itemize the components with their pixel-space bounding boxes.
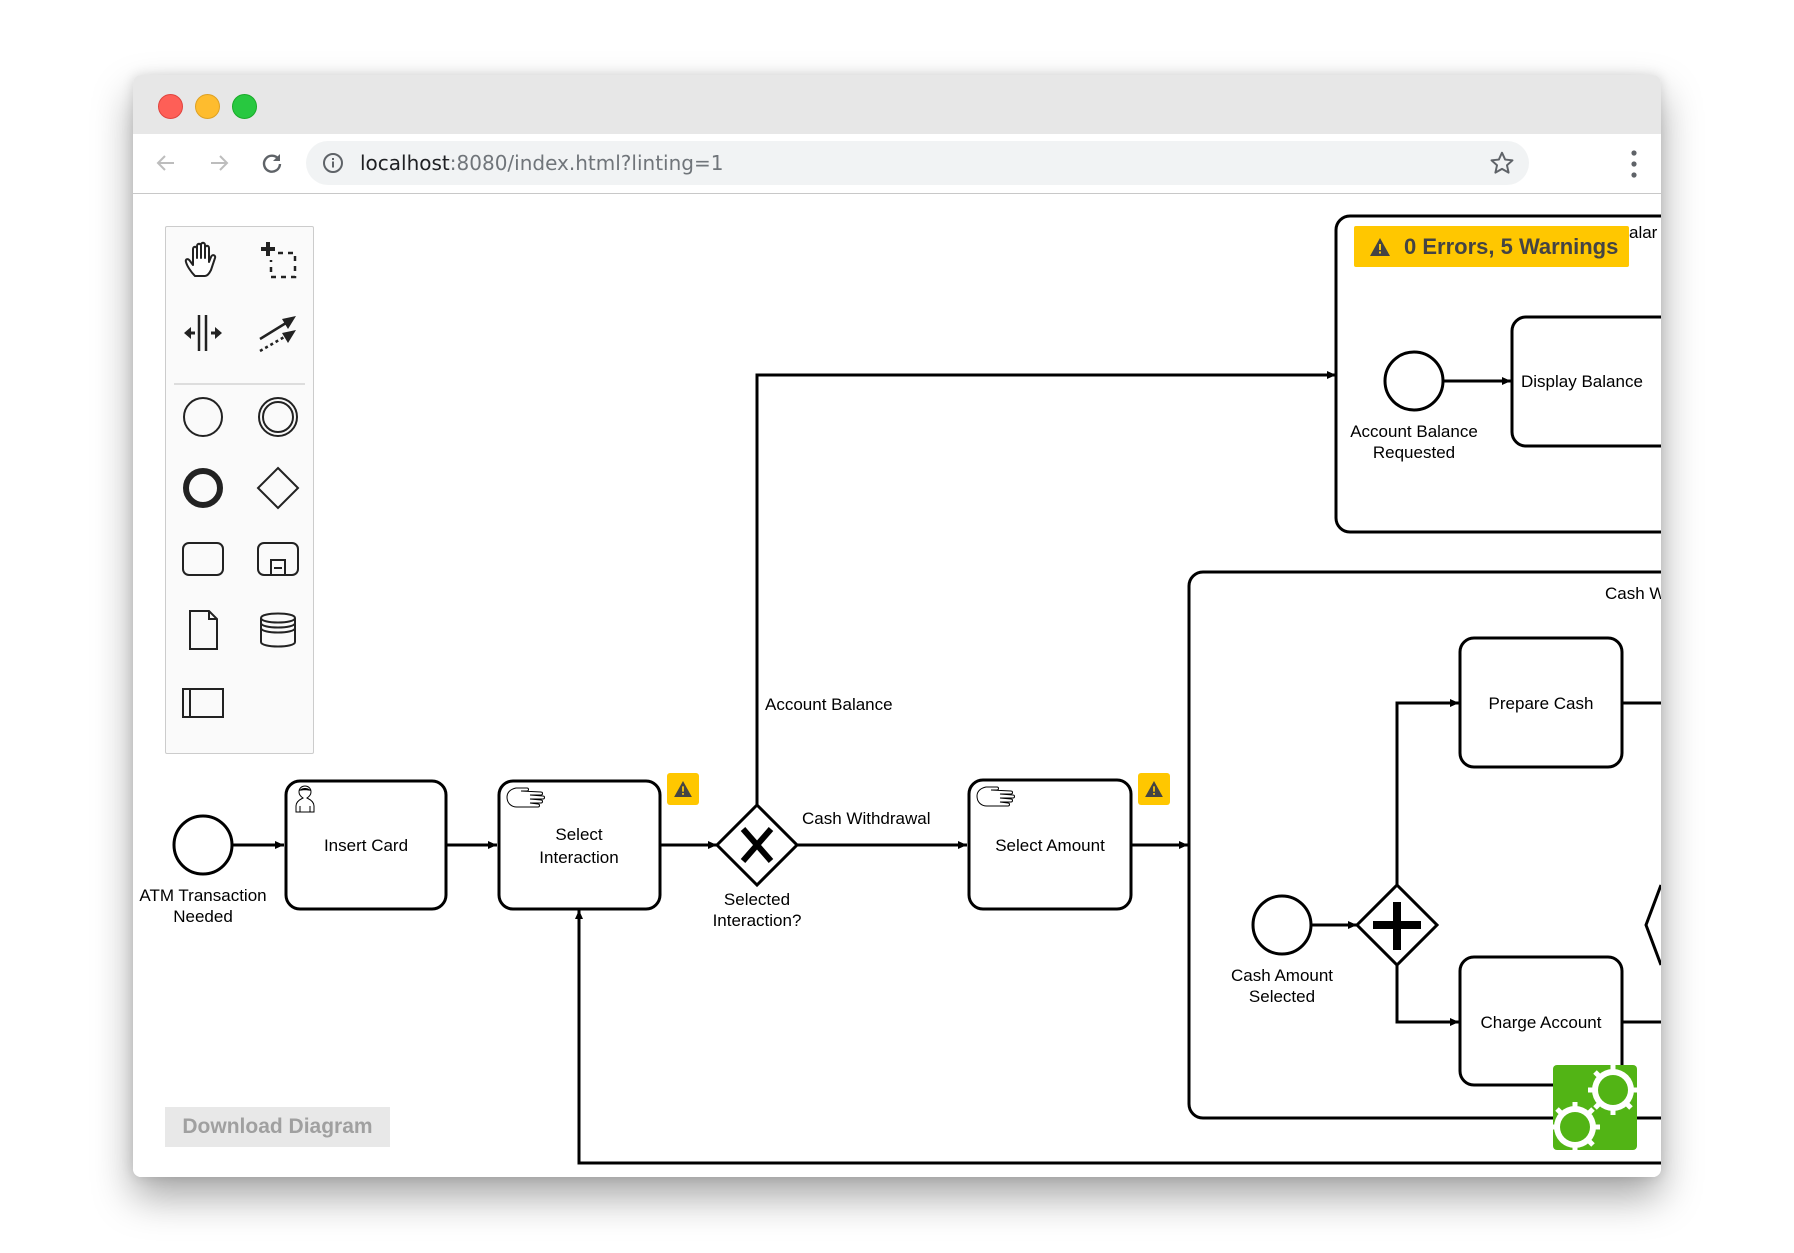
start-event-atm-transaction[interactable] — [172, 814, 234, 876]
bpmn-diagram: alar Cash W Account Balance Cash Withdra… — [139, 214, 1661, 1165]
reload-icon — [262, 154, 282, 173]
subprocess-icon — [257, 542, 299, 576]
start-event-icon — [183, 397, 223, 437]
task-select-interaction-label-line1: Select — [555, 825, 603, 844]
global-connect-tool[interactable] — [253, 308, 303, 358]
lasso-tool[interactable] — [253, 235, 303, 285]
url-host: localhost — [360, 151, 450, 175]
participant-icon — [182, 688, 224, 718]
task-prepare-cash-label: Prepare Cash — [1489, 694, 1594, 713]
url-text[interactable]: localhost:8080/index.html?linting=1 — [360, 151, 723, 175]
start-event-cash-amount-selected[interactable] — [1251, 894, 1313, 956]
create-gateway[interactable] — [253, 463, 303, 513]
data-object-icon — [189, 610, 218, 650]
warning-icon — [674, 781, 692, 797]
create-start-event[interactable] — [178, 392, 228, 442]
warning-badge-select-amount[interactable] — [1138, 773, 1170, 805]
cash-start-label-line1: Cash Amount — [1231, 966, 1333, 985]
warning-icon — [1145, 781, 1163, 797]
arrow-right-icon — [211, 155, 229, 171]
close-window-button[interactable] — [158, 94, 183, 119]
space-tool[interactable] — [178, 308, 228, 358]
start-event-atm-label-line1: ATM Transaction — [139, 886, 266, 905]
more-vertical-icon[interactable] — [1629, 149, 1639, 179]
space-tool-icon — [184, 315, 222, 351]
balance-start-label-line2: Requested — [1373, 443, 1455, 462]
lint-summary-badge[interactable]: 0 Errors, 5 Warnings — [1354, 226, 1629, 267]
start-event-account-balance-requested[interactable] — [1383, 350, 1445, 412]
diagram-canvas[interactable]: alar Cash W Account Balance Cash Withdra… — [133, 194, 1661, 1177]
task-display-balance-label: Display Balance — [1521, 372, 1643, 391]
create-task[interactable] — [178, 533, 228, 583]
hand-icon — [184, 241, 217, 277]
tool-palette — [165, 226, 314, 754]
download-diagram-button[interactable]: Download Diagram — [165, 1107, 390, 1147]
warning-badge-select-interaction[interactable] — [667, 773, 699, 805]
browser-window: localhost:8080/index.html?linting=1 alar… — [133, 75, 1661, 1177]
gears-logo-icon[interactable] — [1553, 1065, 1637, 1150]
star-icon[interactable] — [1489, 150, 1515, 176]
task-icon — [182, 542, 224, 576]
create-end-event[interactable] — [178, 463, 228, 513]
back-button[interactable] — [151, 148, 181, 178]
end-event-icon — [183, 468, 223, 508]
data-store-icon — [260, 612, 296, 648]
task-charge-account-label: Charge Account — [1481, 1013, 1602, 1032]
task-select-interaction-label-line2: Interaction — [539, 848, 618, 867]
arrow-left-icon — [156, 155, 174, 171]
url-path: :8080/index.html?linting=1 — [449, 151, 724, 175]
gateway-label-line1: Selected — [724, 890, 790, 909]
title-bar — [133, 75, 1661, 134]
cash-start-label-line2: Selected — [1249, 987, 1315, 1006]
info-icon[interactable] — [322, 152, 344, 174]
flow-label-cash-withdrawal: Cash Withdrawal — [802, 809, 931, 828]
palette-separator — [174, 383, 305, 385]
task-select-amount-label: Select Amount — [995, 836, 1105, 855]
intermediate-event-icon — [258, 397, 298, 437]
browser-toolbar: localhost:8080/index.html?linting=1 — [133, 134, 1661, 194]
minimize-window-button[interactable] — [195, 94, 220, 119]
start-event-atm-label-line2: Needed — [173, 907, 233, 926]
reload-button[interactable] — [257, 148, 287, 178]
gateway-label-line2: Interaction? — [713, 911, 802, 930]
address-bar[interactable]: localhost:8080/index.html?linting=1 — [306, 141, 1529, 185]
balance-start-label-line1: Account Balance — [1350, 422, 1478, 441]
task-insert-card-label: Insert Card — [324, 836, 408, 855]
subprocess-account-balance-label: alar — [1629, 223, 1658, 242]
create-data-object[interactable] — [178, 605, 228, 655]
create-participant[interactable] — [178, 677, 228, 727]
warning-icon — [1370, 237, 1390, 256]
forward-button[interactable] — [204, 148, 234, 178]
create-intermediate-event[interactable] — [253, 392, 303, 442]
connect-icon — [259, 316, 296, 353]
lasso-icon — [261, 242, 297, 279]
create-subprocess[interactable] — [253, 533, 303, 583]
maximize-window-button[interactable] — [232, 94, 257, 119]
subprocess-cash-withdrawal-label: Cash W — [1605, 584, 1661, 603]
gateway-icon — [256, 466, 300, 510]
lint-summary-text: 0 Errors, 5 Warnings — [1404, 233, 1619, 259]
flow-label-account-balance: Account Balance — [765, 695, 893, 714]
hand-tool[interactable] — [178, 235, 228, 285]
create-data-store[interactable] — [253, 605, 303, 655]
